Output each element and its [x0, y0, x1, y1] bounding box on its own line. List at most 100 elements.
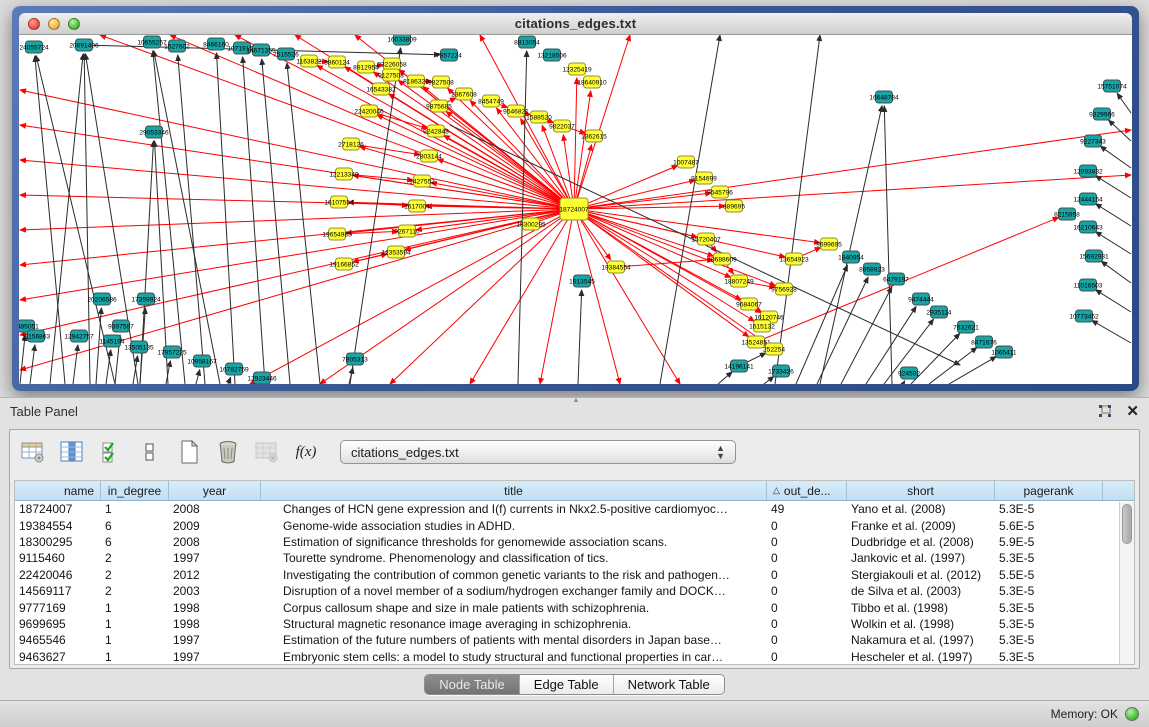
- table-cell[interactable]: 1: [101, 650, 169, 664]
- table-cell[interactable]: Wolkin et al. (1998): [847, 617, 995, 631]
- table-cell[interactable]: 0: [767, 551, 847, 565]
- citation-edge-black[interactable]: [884, 106, 892, 384]
- citation-edge-black[interactable]: [1117, 93, 1131, 113]
- graph-node[interactable]: 13218506: [537, 49, 567, 61]
- graph-node[interactable]: 9267110: [394, 225, 420, 237]
- table-cell[interactable]: Investigating the contribution of common…: [261, 568, 767, 582]
- window-titlebar[interactable]: citations_edges.txt: [19, 13, 1132, 35]
- column-chooser-icon[interactable]: [59, 439, 85, 465]
- graph-node[interactable]: 18640910: [577, 76, 607, 88]
- citation-edge-red[interactable]: [574, 130, 1131, 209]
- graph-node[interactable]: 9474444: [908, 293, 934, 305]
- table-cell[interactable]: Yano et al. (2008): [847, 502, 995, 516]
- table-cell[interactable]: 5.3E-5: [995, 502, 1103, 516]
- table-cell[interactable]: 5.3E-5: [995, 601, 1103, 615]
- table-cell[interactable]: Dudbridge et al. (2008): [847, 535, 995, 549]
- graph-node[interactable]: 15692931: [1079, 250, 1109, 262]
- graph-node[interactable]: 6479197: [883, 273, 909, 285]
- citation-edge-black[interactable]: [775, 35, 820, 384]
- table-row[interactable]: 1872400712008Changes of HCN gene express…: [15, 501, 1134, 517]
- column-header-short[interactable]: short: [847, 481, 995, 500]
- table-cell[interactable]: 1: [101, 617, 169, 631]
- citation-edge-black[interactable]: [178, 55, 205, 384]
- table-selector-dropdown[interactable]: citations_edges.txt ▲▼: [340, 440, 736, 464]
- table-cell[interactable]: 1998: [169, 601, 261, 615]
- citation-edge-red[interactable]: [574, 175, 1131, 209]
- table-cell[interactable]: 1997: [169, 650, 261, 664]
- graph-node[interactable]: 12353594: [381, 246, 411, 258]
- graph-node[interactable]: 12444154: [1073, 193, 1103, 205]
- table-cell[interactable]: 6: [101, 535, 169, 549]
- graph-node[interactable]: 19166852: [329, 258, 359, 270]
- table-cell[interactable]: 1: [101, 633, 169, 647]
- citation-edge-red[interactable]: [20, 209, 574, 335]
- table-cell[interactable]: 0: [767, 650, 847, 664]
- graph-node[interactable]: 19654985: [322, 228, 352, 240]
- graph-node[interactable]: 12213349: [329, 168, 359, 180]
- graph-node[interactable]: 2935114: [926, 306, 952, 318]
- table-cell[interactable]: 2012: [169, 568, 261, 582]
- citation-edge-black[interactable]: [796, 265, 847, 384]
- table-row[interactable]: 1830029562008Estimation of significance …: [15, 534, 1134, 550]
- citation-edge-black[interactable]: [660, 35, 720, 384]
- graph-node[interactable]: 8471676: [971, 336, 997, 348]
- table-cell[interactable]: 1997: [169, 633, 261, 647]
- graph-node[interactable]: 9684067: [736, 298, 762, 310]
- citation-edge-black[interactable]: [30, 345, 35, 384]
- citation-edge-red[interactable]: [540, 209, 574, 384]
- tab-node-table[interactable]: Node Table: [425, 675, 520, 694]
- graph-node[interactable]: 9699695: [816, 238, 842, 250]
- table-cell[interactable]: Estimation of the future numbers of pati…: [261, 633, 767, 647]
- table-cell[interactable]: Franke et al. (2009): [847, 519, 995, 533]
- graph-node[interactable]: 1163822: [296, 55, 322, 67]
- citation-edge-red[interactable]: [574, 209, 776, 286]
- graph-node-hub[interactable]: 18724007: [559, 198, 589, 220]
- citation-edge-black[interactable]: [903, 381, 905, 384]
- citation-edge-black[interactable]: [349, 368, 353, 384]
- graph-node[interactable]: 15751074: [1097, 80, 1127, 92]
- table-cell[interactable]: 5.9E-5: [995, 535, 1103, 549]
- citation-edge-black[interactable]: [153, 51, 185, 384]
- citation-edge-black[interactable]: [1096, 204, 1131, 226]
- graph-node[interactable]: 29053346: [139, 126, 169, 138]
- panel-resize-handle[interactable]: ▲: [570, 398, 582, 404]
- table-cell[interactable]: Nakamura et al. (1997): [847, 633, 995, 647]
- column-header-in_degree[interactable]: in_degree: [101, 481, 169, 500]
- graph-node[interactable]: 1840954: [838, 251, 864, 263]
- citation-edge-black[interactable]: [1101, 261, 1131, 283]
- graph-node[interactable]: 8454749: [478, 95, 504, 107]
- graph-node[interactable]: 20891406: [69, 39, 99, 51]
- table-cell[interactable]: 5.3E-5: [995, 633, 1103, 647]
- table-cell[interactable]: 9463627: [15, 650, 101, 664]
- close-panel-icon[interactable]: ✕: [1126, 405, 1139, 419]
- graph-node[interactable]: 13505135: [124, 341, 154, 353]
- table-cell[interactable]: 1: [101, 502, 169, 516]
- table-cell[interactable]: Tourette syndrome. Phenomenology and cla…: [261, 551, 767, 565]
- citation-edge-black[interactable]: [929, 347, 977, 384]
- graph-node[interactable]: 24055724: [19, 41, 49, 53]
- citation-edge-black[interactable]: [96, 308, 101, 384]
- tab-network-table[interactable]: Network Table: [614, 675, 724, 694]
- table-cell[interactable]: 9465546: [15, 633, 101, 647]
- graph-node[interactable]: 8912954: [353, 61, 379, 73]
- graph-node[interactable]: 1007487: [673, 156, 699, 168]
- citation-edge-red[interactable]: [574, 35, 630, 209]
- graph-node[interactable]: 12093832: [1073, 165, 1103, 177]
- table-cell[interactable]: Hescheler et al. (1997): [847, 650, 995, 664]
- function-builder-icon[interactable]: f(x): [293, 439, 319, 465]
- table-cell[interactable]: 19384554: [15, 519, 101, 533]
- table-cell[interactable]: 2009: [169, 519, 261, 533]
- graph-node[interactable]: 9329966: [1089, 108, 1115, 120]
- table-cell[interactable]: 1998: [169, 617, 261, 631]
- graph-node[interactable]: 19384554: [601, 261, 631, 273]
- citation-edge-black[interactable]: [841, 287, 892, 384]
- graph-node[interactable]: 12923446: [247, 372, 277, 384]
- table-cell[interactable]: 9699695: [15, 617, 101, 631]
- column-header-year[interactable]: year: [169, 481, 261, 500]
- table-cell[interactable]: 2: [101, 568, 169, 582]
- citation-edge-black[interactable]: [1096, 290, 1131, 312]
- table-cell[interactable]: 0: [767, 535, 847, 549]
- table-cell[interactable]: de Silva et al. (2003): [847, 584, 995, 598]
- table-cell[interactable]: Disruption of a novel member of a sodium…: [261, 584, 767, 598]
- table-row[interactable]: 1938455462009Genome-wide association stu…: [15, 517, 1134, 533]
